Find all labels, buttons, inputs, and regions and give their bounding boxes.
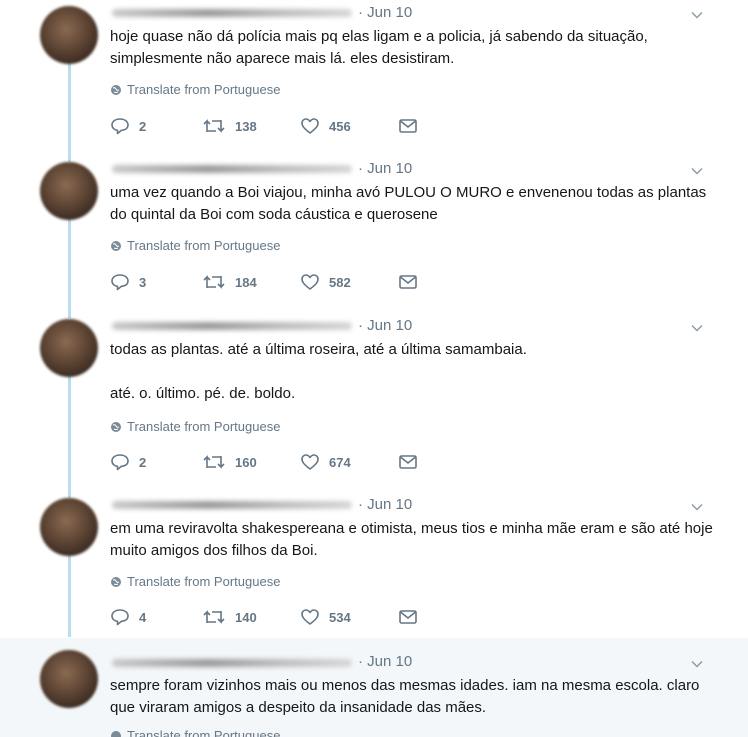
like-count: 456 xyxy=(329,118,351,134)
retweet-icon xyxy=(203,610,225,624)
envelope-icon xyxy=(399,610,417,624)
tweet-date[interactable]: · Jun 10 xyxy=(358,4,412,21)
chevron-down-icon[interactable] xyxy=(690,8,704,22)
redacted-username xyxy=(112,9,352,17)
retweet-count: 138 xyxy=(235,118,257,134)
avatar[interactable] xyxy=(40,162,98,220)
message-button[interactable] xyxy=(398,454,418,470)
chevron-down-icon[interactable] xyxy=(690,321,704,335)
tweet-actions: 4 140 534 xyxy=(110,607,418,627)
tweet[interactable]: · Jun 10 hoje quase não dá polícia mais … xyxy=(0,0,748,156)
chevron-down-icon[interactable] xyxy=(690,657,704,671)
retweet-icon xyxy=(203,119,225,133)
retweet-icon xyxy=(203,275,225,289)
envelope-icon xyxy=(399,275,417,289)
reply-button[interactable]: 3 xyxy=(110,273,202,291)
reply-count: 4 xyxy=(139,609,147,625)
globe-icon xyxy=(111,84,121,95)
retweet-button[interactable]: 160 xyxy=(202,453,300,471)
translate-link[interactable]: Translate from Portuguese xyxy=(110,728,280,737)
globe-icon xyxy=(111,421,121,432)
tweet-text: em uma reviravolta shakespereana e otimi… xyxy=(110,520,713,559)
avatar[interactable] xyxy=(40,6,98,64)
redacted-username xyxy=(112,501,352,509)
tweet-actions: 2 138 456 xyxy=(110,116,418,136)
heart-icon xyxy=(301,609,319,625)
reply-icon xyxy=(111,454,129,471)
tweet-date[interactable]: · Jun 10 xyxy=(358,653,412,670)
redacted-username xyxy=(112,322,352,330)
tweet-actions: 3 184 582 xyxy=(110,272,418,292)
heart-icon xyxy=(301,274,319,290)
avatar[interactable] xyxy=(40,650,98,708)
translate-link[interactable]: Translate from Portuguese xyxy=(110,574,280,589)
translate-link[interactable]: Translate from Portuguese xyxy=(110,419,280,434)
tweet-text: uma vez quando a Boi viajou, minha avó P… xyxy=(110,184,707,223)
retweet-count: 140 xyxy=(235,609,257,625)
avatar[interactable] xyxy=(40,498,98,556)
translate-link[interactable]: Translate from Portuguese xyxy=(110,82,280,97)
reply-button[interactable]: 4 xyxy=(110,608,202,626)
tweet-text: todas as plantas. até a última roseira, … xyxy=(110,341,527,358)
avatar[interactable] xyxy=(40,319,98,377)
tweet-date[interactable]: · Jun 10 xyxy=(358,317,412,334)
envelope-icon xyxy=(399,455,417,469)
like-button[interactable]: 456 xyxy=(300,117,398,135)
retweet-button[interactable]: 140 xyxy=(202,608,300,626)
reply-count: 2 xyxy=(139,118,147,134)
tweet-text: sempre foram vizinhos mais ou menos das … xyxy=(110,677,700,716)
redacted-username xyxy=(112,165,352,173)
translate-label[interactable]: Translate from Portuguese xyxy=(127,728,280,737)
tweet-actions: 2 160 674 xyxy=(110,452,418,472)
reply-icon xyxy=(111,274,129,291)
translate-label[interactable]: Translate from Portuguese xyxy=(127,419,280,434)
like-count: 582 xyxy=(329,274,351,290)
translate-label[interactable]: Translate from Portuguese xyxy=(127,82,280,97)
tweet-date[interactable]: · Jun 10 xyxy=(358,160,412,177)
tweet-text: hoje quase não dá polícia mais pq elas l… xyxy=(110,28,648,67)
heart-icon xyxy=(301,454,319,470)
translate-label[interactable]: Translate from Portuguese xyxy=(127,574,280,589)
tweet-date[interactable]: · Jun 10 xyxy=(358,496,412,513)
retweet-count: 160 xyxy=(235,454,257,470)
globe-icon xyxy=(111,576,121,587)
heart-icon xyxy=(301,118,319,134)
tweet[interactable]: · Jun 10 uma vez quando a Boi viajou, mi… xyxy=(0,156,748,312)
retweet-count: 184 xyxy=(235,274,257,290)
like-count: 674 xyxy=(329,454,351,470)
reply-icon xyxy=(111,609,129,626)
tweet[interactable]: · Jun 10 em uma reviravolta shakesperean… xyxy=(0,492,748,637)
retweet-button[interactable]: 138 xyxy=(202,117,300,135)
like-count: 534 xyxy=(329,609,351,625)
reply-count: 2 xyxy=(139,454,147,470)
globe-icon xyxy=(111,730,121,737)
tweet-text-paragraph: até. o. último. pé. de. boldo. xyxy=(110,385,296,402)
message-button[interactable] xyxy=(398,609,418,625)
like-button[interactable]: 674 xyxy=(300,453,398,471)
redacted-username xyxy=(112,659,352,667)
tweet[interactable]: · Jun 10 sempre foram vizinhos mais ou m… xyxy=(0,638,748,737)
tweet[interactable]: · Jun 10 todas as plantas. até a última … xyxy=(0,313,748,493)
reply-button[interactable]: 2 xyxy=(110,453,202,471)
retweet-button[interactable]: 184 xyxy=(202,273,300,291)
chevron-down-icon[interactable] xyxy=(690,164,704,178)
reply-button[interactable]: 2 xyxy=(110,117,202,135)
reply-icon xyxy=(111,118,129,135)
translate-link[interactable]: Translate from Portuguese xyxy=(110,238,280,253)
envelope-icon xyxy=(399,119,417,133)
message-button[interactable] xyxy=(398,118,418,134)
chevron-down-icon[interactable] xyxy=(690,500,704,514)
like-button[interactable]: 582 xyxy=(300,273,398,291)
globe-icon xyxy=(111,240,121,251)
translate-label[interactable]: Translate from Portuguese xyxy=(127,238,280,253)
retweet-icon xyxy=(203,455,225,469)
like-button[interactable]: 534 xyxy=(300,608,398,626)
reply-count: 3 xyxy=(139,274,147,290)
message-button[interactable] xyxy=(398,274,418,290)
